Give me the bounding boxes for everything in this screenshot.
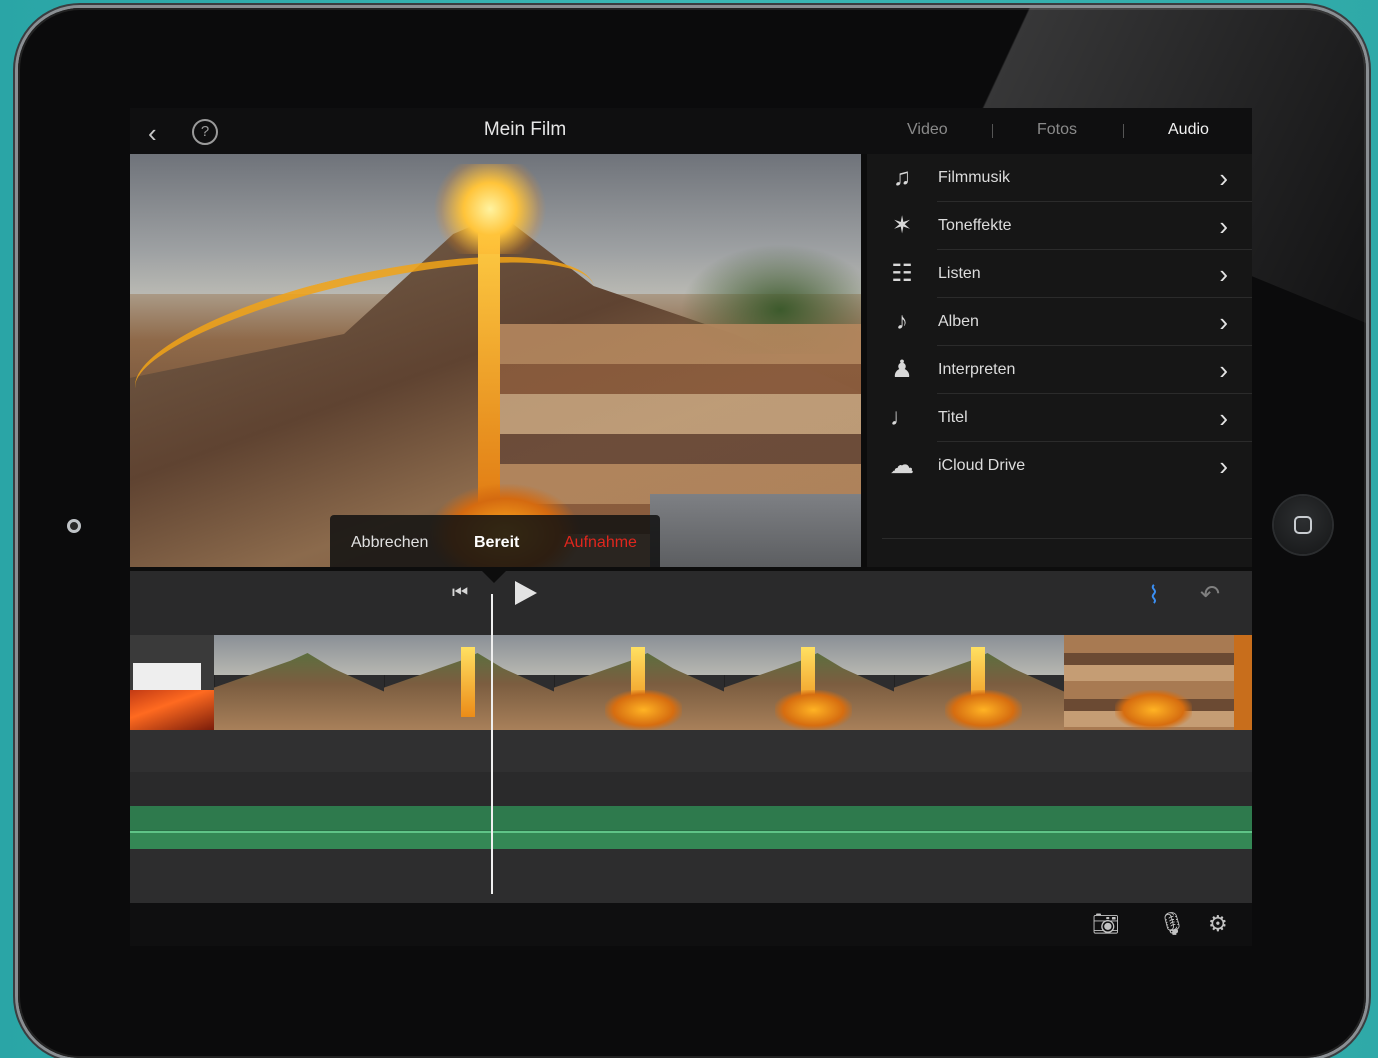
clip-magma: [605, 690, 682, 730]
cloud-icon: ☁: [890, 452, 914, 479]
library-item-alben[interactable]: ♪ Alben ›: [867, 298, 1252, 346]
timeline-clip[interactable]: [214, 635, 385, 730]
chevron-right-icon: ›: [1219, 403, 1228, 433]
sound-effects-icon: ✶: [891, 212, 913, 239]
bottom-toolbar: 📷︎ 🎙︎ ⚙: [130, 903, 1252, 946]
library-item-label: Toneffekte: [938, 217, 1012, 234]
clip-magma: [945, 690, 1022, 730]
timeline-clip[interactable]: [894, 635, 1065, 730]
library-item-listen[interactable]: ☷ Listen ›: [867, 250, 1252, 298]
camera-icon[interactable]: 📷︎: [1092, 911, 1120, 937]
undo-icon[interactable]: ↶: [1200, 580, 1220, 609]
tab-audio[interactable]: Audio: [1168, 121, 1209, 139]
library-item-icloud-drive[interactable]: ☁ iCloud Drive ›: [867, 442, 1252, 490]
library-item-label: Filmmusik: [938, 169, 1010, 186]
library-item-label: Interpreten: [938, 361, 1016, 378]
tab-separator: [1123, 124, 1124, 138]
audio-track-lower: [130, 833, 1252, 849]
voiceover-recorder: Abbrechen Bereit Aufnahme: [330, 515, 660, 567]
cancel-button[interactable]: Abbrechen: [351, 534, 428, 552]
timeline-clip[interactable]: [554, 635, 725, 730]
library-item-label: iCloud Drive: [938, 457, 1026, 474]
playhead[interactable]: [491, 594, 493, 894]
help-icon[interactable]: ?: [192, 119, 218, 145]
timeline-bottom: [130, 849, 1252, 903]
chevron-left-icon[interactable]: ‹: [148, 118, 157, 149]
library-item-titel[interactable]: ♩ Titel ›: [867, 394, 1252, 442]
audio-library: ♫ Filmmusik › ✶ Toneffekte › ☷ Listen › …: [867, 154, 1252, 567]
timeline-clip[interactable]: [384, 635, 555, 730]
title-card: [133, 663, 201, 693]
chevron-right-icon: ›: [1219, 355, 1228, 385]
front-camera: [67, 519, 81, 533]
microphone-icon[interactable]: 🎙︎: [1158, 911, 1186, 937]
clip-lava: [460, 647, 475, 717]
media-tabs: Video Fotos Audio: [880, 121, 1252, 145]
transport-bar: ⏮ ⌇ ↶: [130, 567, 1252, 635]
play-icon[interactable]: [515, 581, 537, 605]
tab-fotos[interactable]: Fotos: [1037, 121, 1077, 139]
preview-lava-column: [478, 214, 500, 514]
empty-track: [130, 772, 1252, 806]
home-button[interactable]: [1274, 496, 1332, 554]
album-icon: ♪: [896, 308, 908, 335]
clip-lava: [130, 690, 214, 730]
playhead-marker: [482, 571, 506, 583]
library-bottom-divider: [882, 538, 1252, 539]
timeline-clip[interactable]: [1064, 635, 1235, 730]
music-note-icon: ♫: [893, 164, 911, 191]
chevron-right-icon: ›: [1219, 163, 1228, 193]
library-item-toneffekte[interactable]: ✶ Toneffekte ›: [867, 202, 1252, 250]
library-item-label: Listen: [938, 265, 981, 282]
timeline-clip[interactable]: [724, 635, 895, 730]
playlist-icon: ☷: [891, 260, 913, 287]
audio-track[interactable]: [130, 806, 1252, 849]
video-preview[interactable]: Abbrechen Bereit Aufnahme: [130, 154, 861, 567]
top-bar: ‹ ? Mein Film Video Fotos Audio: [130, 108, 1252, 154]
tab-separator: [992, 124, 993, 138]
chevron-right-icon: ›: [1219, 211, 1228, 241]
artist-icon: ♟: [891, 356, 913, 383]
timeline-clip[interactable]: [1234, 635, 1252, 730]
audio-track-upper: [130, 806, 1252, 830]
project-title: Mein Film: [483, 119, 567, 140]
tab-video[interactable]: Video: [907, 121, 948, 139]
preview-ground: [650, 494, 861, 567]
library-item-label: Alben: [938, 313, 979, 330]
library-item-label: Titel: [938, 409, 968, 426]
preview-eruption: [430, 164, 550, 254]
library-item-interpreten[interactable]: ♟ Interpreten ›: [867, 346, 1252, 394]
home-button-icon: [1294, 516, 1312, 534]
song-icon: ♩: [890, 404, 914, 431]
ready-status: Bereit: [474, 534, 520, 551]
clip-magma: [1115, 690, 1192, 730]
record-button[interactable]: Aufnahme: [564, 534, 637, 552]
imovie-screen: ‹ ? Mein Film Video Fotos Audio Abbreche…: [130, 108, 1252, 946]
skip-to-start-icon[interactable]: ⏮: [452, 582, 468, 603]
chevron-right-icon: ›: [1219, 259, 1228, 289]
waveform-icon[interactable]: ⌇: [1148, 581, 1160, 610]
settings-icon[interactable]: ⚙: [1208, 911, 1228, 937]
library-item-filmmusik[interactable]: ♫ Filmmusik ›: [867, 154, 1252, 202]
timeline-clip[interactable]: [130, 635, 215, 730]
audio-volume-line: [130, 831, 1252, 833]
timeline[interactable]: [130, 635, 1252, 903]
chevron-right-icon: ›: [1219, 451, 1228, 481]
clip-magma: [775, 690, 852, 730]
title-track: [130, 730, 1252, 772]
chevron-right-icon: ›: [1219, 307, 1228, 337]
